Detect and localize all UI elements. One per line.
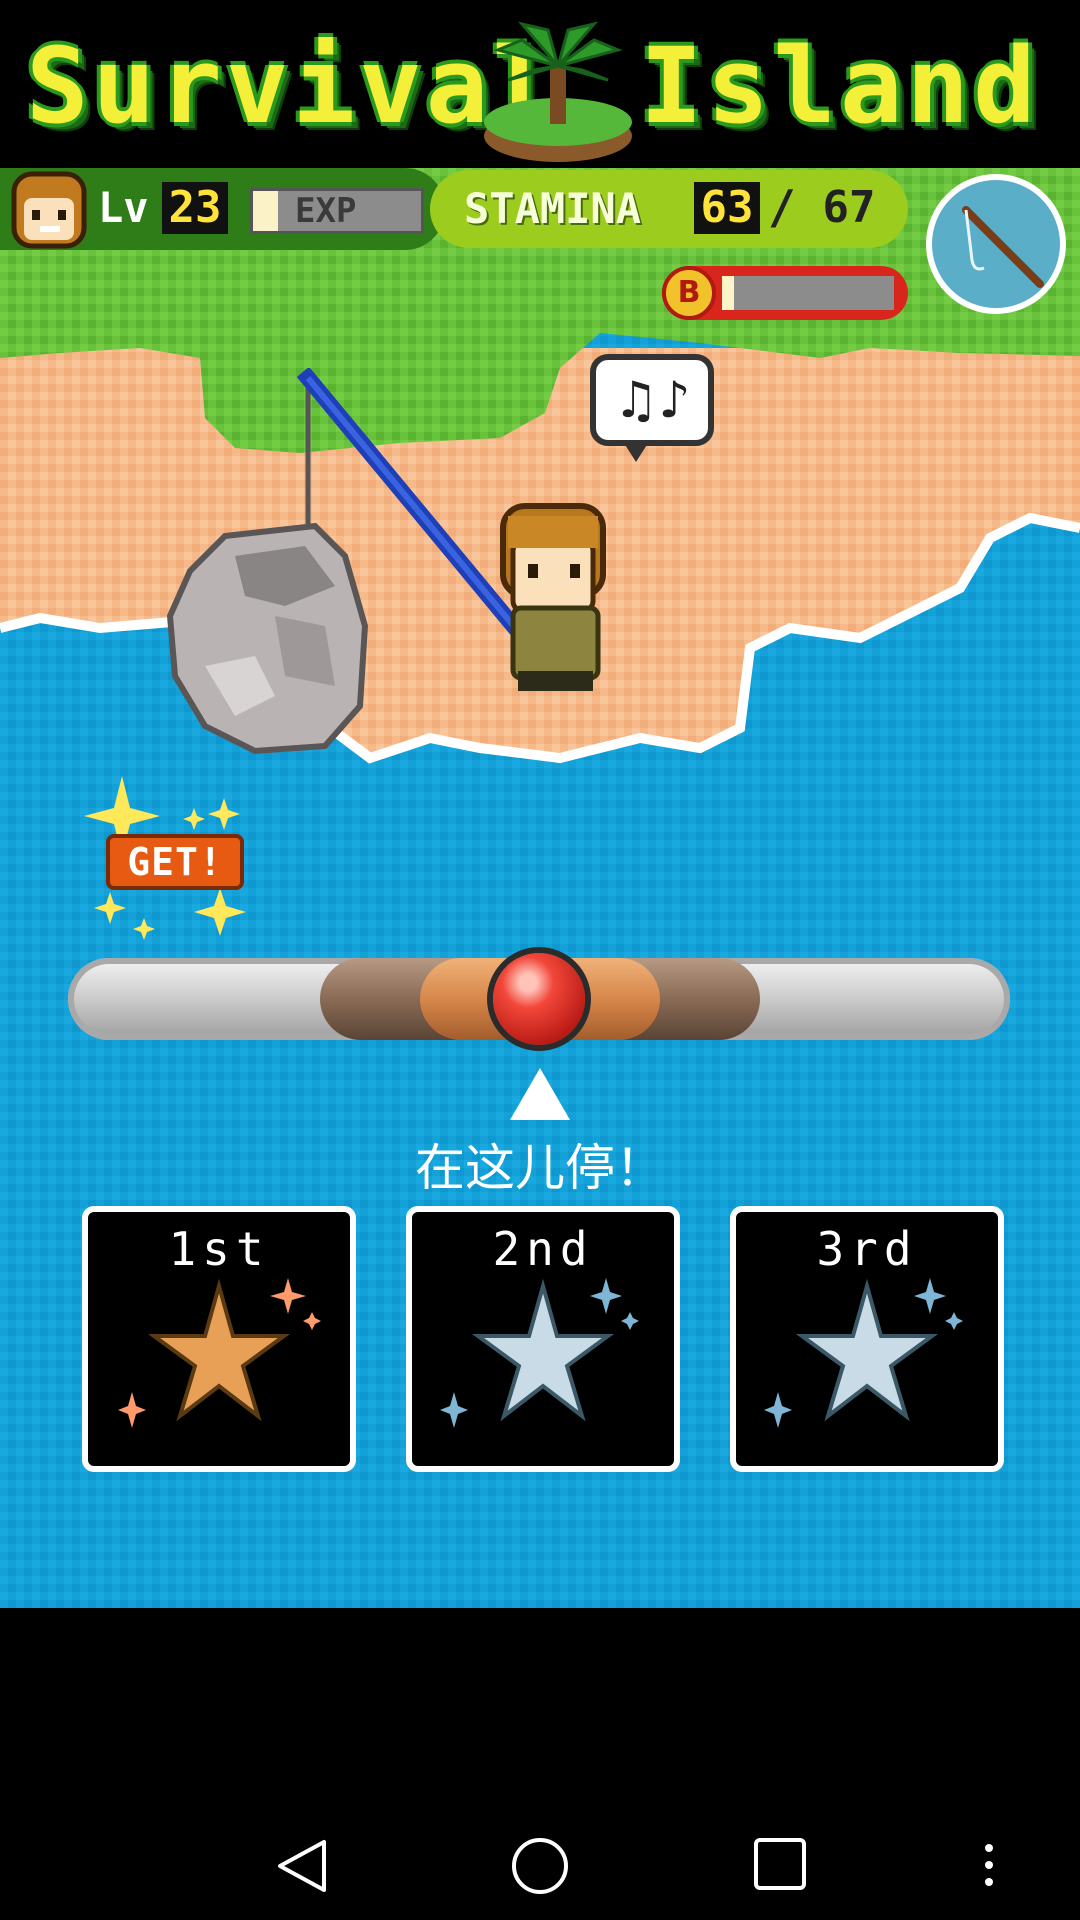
home-circle-icon[interactable]: [510, 1836, 570, 1896]
star-silver-icon: [764, 1278, 963, 1428]
avatar-icon: [11, 171, 87, 249]
back-triangle-icon[interactable]: [272, 1836, 332, 1896]
stamina-separator: /: [768, 180, 796, 234]
title-banner: Survival Island: [0, 0, 1080, 168]
exp-bar: EXP: [250, 188, 424, 234]
stamina-max: 67: [822, 182, 876, 233]
system-nav-bar: [0, 1608, 1080, 1920]
rank-card-1st[interactable]: 1st: [82, 1206, 356, 1472]
exp-label: EXP: [295, 191, 357, 231]
get-badge: GET!: [106, 834, 244, 890]
stop-instruction: 在这儿停！: [415, 1139, 665, 1197]
fishing-rod-icon: [962, 206, 1044, 288]
speech-bubble: ♫♪: [590, 354, 714, 446]
recents-square-icon[interactable]: [752, 1836, 808, 1892]
rank-card-3rd[interactable]: 3rd: [730, 1206, 1004, 1472]
speech-bubble-tail: [622, 440, 650, 462]
bonus-bar: [722, 276, 894, 310]
level-label: Lv: [98, 183, 149, 232]
stop-pointer-icon: [510, 1068, 570, 1120]
rank-card-2nd[interactable]: 2nd: [406, 1206, 680, 1472]
level-value: 23: [162, 182, 228, 234]
stamina-current: 63: [694, 182, 760, 234]
palm-island-icon: [484, 21, 632, 162]
stamina-label: STAMINA: [464, 184, 642, 233]
player-character: [500, 503, 606, 691]
star-silver-icon: [440, 1278, 639, 1428]
title-island: Island: [640, 25, 1040, 147]
overflow-menu-icon[interactable]: [976, 1840, 1002, 1890]
bonus-coin-icon: B: [662, 266, 716, 320]
star-gold-icon: [118, 1278, 321, 1428]
timing-meter-knob[interactable]: [493, 953, 585, 1045]
tool-button[interactable]: [926, 174, 1066, 314]
exp-bar-fill: [253, 191, 279, 231]
bonus-bar-fill: [722, 276, 735, 310]
